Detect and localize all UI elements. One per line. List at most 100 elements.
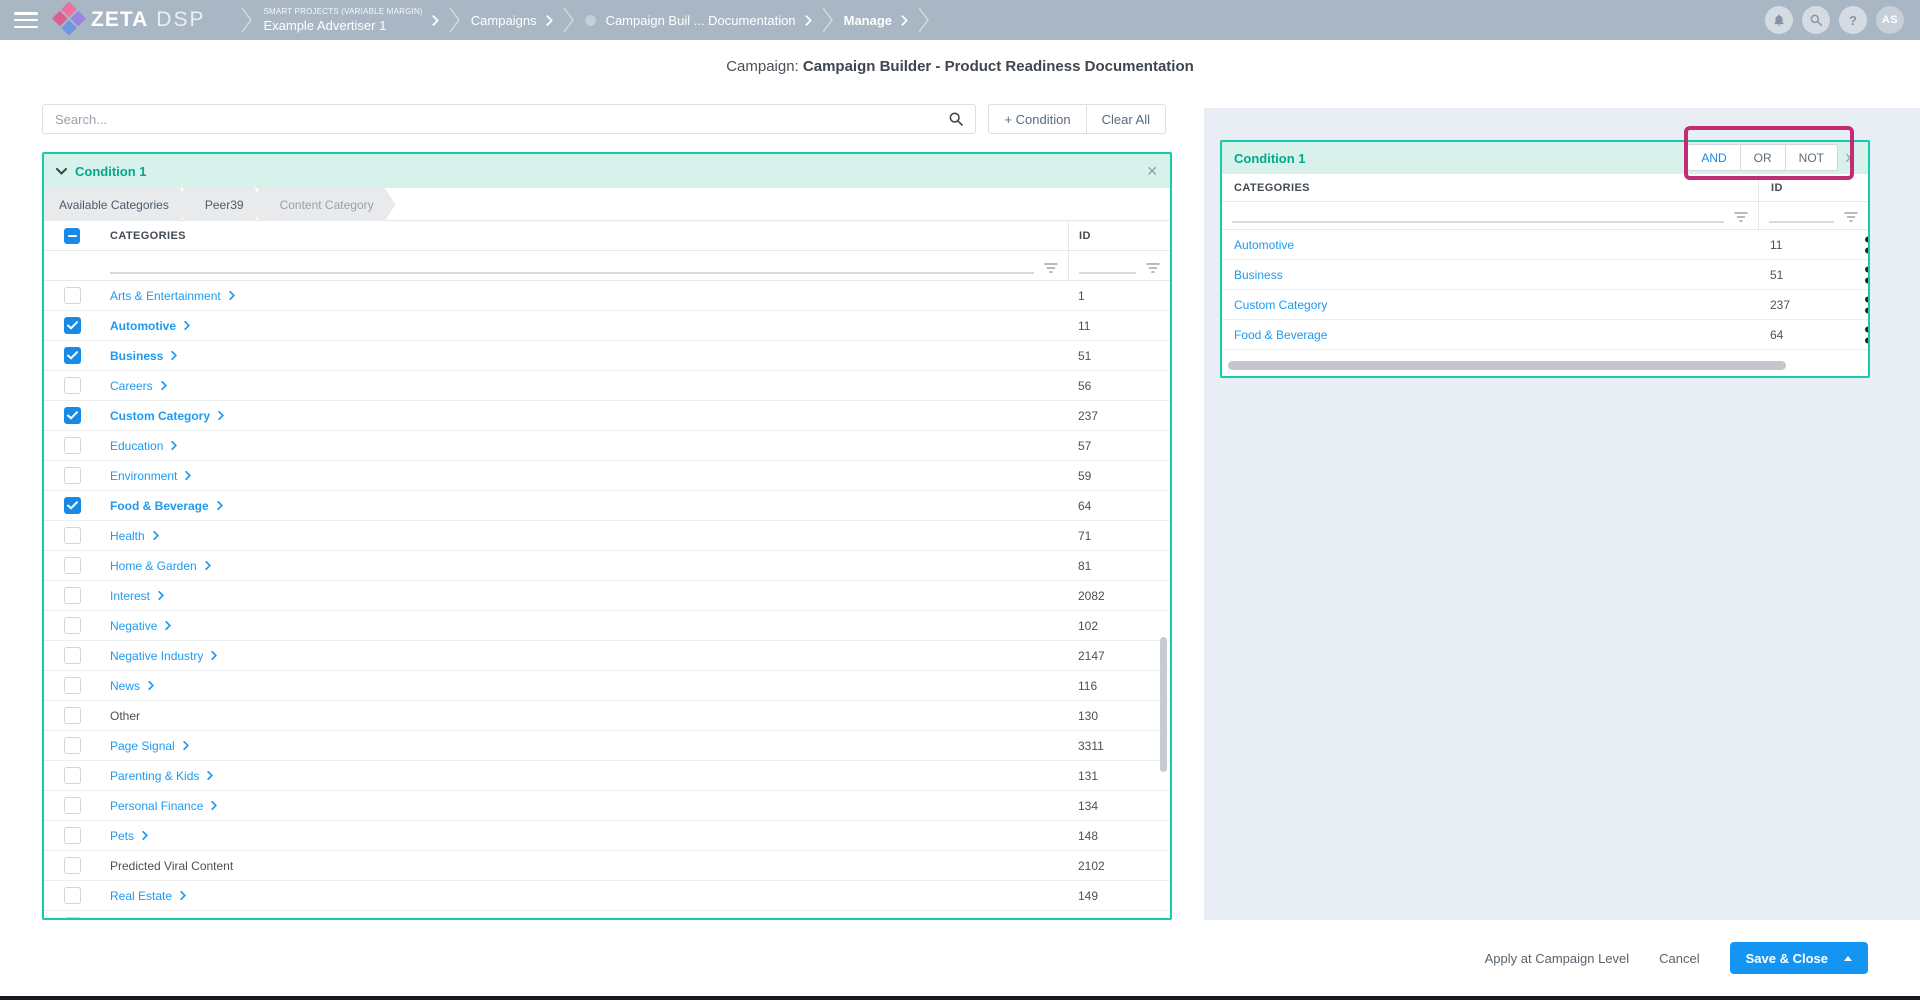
row-checkbox[interactable] (64, 287, 81, 304)
menu-icon[interactable] (14, 12, 38, 28)
categories-filter-input[interactable] (110, 272, 1034, 274)
global-search-button[interactable] (1802, 6, 1830, 34)
row-checkbox[interactable] (64, 767, 81, 784)
row-checkbox[interactable] (64, 827, 81, 844)
chevron-right-icon[interactable] (217, 501, 223, 510)
chevron-right-icon[interactable] (184, 321, 190, 330)
vertical-scrollbar-thumb[interactable] (1160, 637, 1167, 772)
selected-category-row[interactable]: Food & Beverage64 (1222, 320, 1868, 350)
table-row[interactable]: Careers56 (44, 371, 1170, 401)
chevron-right-icon[interactable] (171, 441, 177, 450)
selected-category-row[interactable]: Automotive11 (1222, 230, 1868, 260)
row-checkbox[interactable] (64, 497, 81, 514)
table-row[interactable]: Automotive11 (44, 311, 1170, 341)
chevron-right-icon[interactable] (205, 561, 211, 570)
filter-icon[interactable] (1734, 211, 1748, 223)
category-label[interactable]: Business (1234, 268, 1283, 282)
select-all-checkbox[interactable] (64, 228, 80, 244)
close-icon[interactable]: ✕ (1146, 164, 1158, 178)
row-checkbox[interactable] (64, 407, 81, 424)
chevron-right-icon[interactable] (171, 351, 177, 360)
row-checkbox[interactable] (64, 887, 81, 904)
row-checkbox[interactable] (64, 437, 81, 454)
row-checkbox[interactable] (64, 797, 81, 814)
chevron-right-icon[interactable] (229, 291, 235, 300)
category-label[interactable]: Careers (110, 379, 153, 393)
chevron-down-icon[interactable] (56, 168, 67, 175)
row-checkbox[interactable] (64, 617, 81, 634)
chevron-right-icon[interactable] (218, 411, 224, 420)
category-label[interactable]: Negative (110, 619, 157, 633)
table-row[interactable]: Real Estate149 (44, 881, 1170, 911)
horizontal-scrollbar-thumb[interactable] (1228, 361, 1786, 370)
row-checkbox[interactable] (64, 707, 81, 724)
chevron-right-icon[interactable] (180, 891, 186, 900)
category-label[interactable]: Interest (110, 589, 150, 603)
chevron-right-icon[interactable] (148, 681, 154, 690)
table-row[interactable]: Pets148 (44, 821, 1170, 851)
row-checkbox[interactable] (64, 317, 81, 334)
chevron-right-icon[interactable] (153, 531, 159, 540)
row-checkbox[interactable] (64, 557, 81, 574)
table-row[interactable]: Home & Garden81 (44, 551, 1170, 581)
category-label[interactable]: Environment (110, 469, 177, 483)
category-label[interactable]: Health (110, 529, 145, 543)
help-button[interactable]: ? (1839, 6, 1867, 34)
table-row[interactable]: Predicted Viral Content2102 (44, 851, 1170, 881)
chevron-right-icon[interactable] (211, 801, 217, 810)
chevron-right-icon[interactable] (183, 741, 189, 750)
tab-available-categories[interactable]: Available Categories (44, 188, 191, 221)
table-row[interactable]: Recreation & Games154 (44, 911, 1170, 920)
category-label[interactable]: News (110, 679, 140, 693)
row-checkbox[interactable] (64, 527, 81, 544)
chevron-right-icon[interactable] (211, 651, 217, 660)
row-checkbox[interactable] (64, 377, 81, 394)
notifications-button[interactable] (1765, 6, 1793, 34)
table-row[interactable]: Page Signal3311 (44, 731, 1170, 761)
row-checkbox[interactable] (64, 857, 81, 874)
filter-icon[interactable] (1044, 262, 1058, 274)
chevron-right-icon[interactable] (207, 771, 213, 780)
table-row[interactable]: Environment59 (44, 461, 1170, 491)
table-row[interactable]: Food & Beverage64 (44, 491, 1170, 521)
chevron-right-icon[interactable] (158, 591, 164, 600)
table-row[interactable]: Personal Finance134 (44, 791, 1170, 821)
table-row[interactable]: Custom Category237 (44, 401, 1170, 431)
table-row[interactable]: Interest2082 (44, 581, 1170, 611)
category-label[interactable]: Custom Category (110, 409, 210, 423)
chevron-right-icon[interactable] (185, 471, 191, 480)
id-filter-input[interactable] (1769, 221, 1834, 223)
filter-icon[interactable] (1844, 211, 1858, 223)
table-row[interactable]: News116 (44, 671, 1170, 701)
search-input[interactable] (43, 112, 937, 127)
category-label[interactable]: Personal Finance (110, 799, 203, 813)
breadcrumb-item[interactable]: SMART PROJECTS (VARIABLE MARGIN)Example … (263, 7, 438, 33)
avatar[interactable]: AS (1876, 6, 1904, 34)
apply-campaign-level-button[interactable]: Apply at Campaign Level (1485, 951, 1630, 966)
category-label[interactable]: Real Estate (110, 889, 172, 903)
row-checkbox[interactable] (64, 587, 81, 604)
category-label[interactable]: Food & Beverage (1234, 328, 1327, 342)
category-label[interactable]: Pets (110, 829, 134, 843)
category-label[interactable]: Arts & Entertainment (110, 289, 221, 303)
selected-category-row[interactable]: Business51 (1222, 260, 1868, 290)
category-label[interactable]: Automotive (110, 319, 176, 333)
category-label[interactable]: Automotive (1234, 238, 1294, 252)
chevron-right-icon[interactable] (165, 621, 171, 630)
breadcrumb-item[interactable]: Campaign Buil ... Documentation (585, 13, 812, 28)
operator-and-button[interactable]: AND (1688, 145, 1739, 170)
operator-or-button[interactable]: OR (1740, 145, 1785, 170)
row-checkbox[interactable] (64, 737, 81, 754)
operator-not-button[interactable]: NOT (1785, 145, 1837, 170)
save-close-button[interactable]: Save & Close (1730, 942, 1868, 974)
close-icon[interactable]: ✕ (1844, 151, 1856, 165)
clear-all-button[interactable]: Clear All (1087, 104, 1166, 134)
category-label[interactable]: Home & Garden (110, 559, 197, 573)
breadcrumb-item[interactable]: Campaigns (471, 13, 553, 28)
table-row[interactable]: Health71 (44, 521, 1170, 551)
breadcrumb-item[interactable]: Manage (844, 13, 908, 28)
table-row[interactable]: Negative102 (44, 611, 1170, 641)
category-label[interactable]: Page Signal (110, 739, 175, 753)
chevron-right-icon[interactable] (142, 831, 148, 840)
category-label[interactable]: Parenting & Kids (110, 769, 199, 783)
